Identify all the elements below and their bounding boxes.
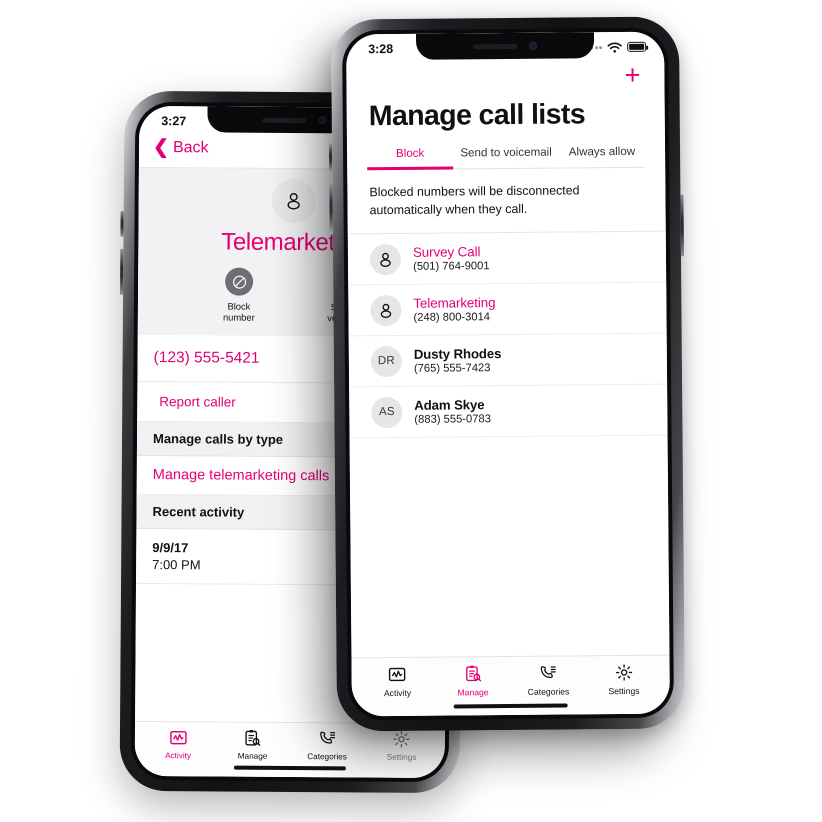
person-icon	[380, 252, 391, 267]
person-icon	[287, 192, 300, 210]
activity-chart-icon	[169, 731, 187, 745]
block-number-label-2: number	[222, 311, 255, 324]
avatar	[370, 294, 402, 326]
blocked-numbers-note: Blocked numbers will be disconnected aut…	[347, 167, 666, 235]
contact-phone: (765) 555-7423	[413, 362, 491, 376]
front-camera-icon	[529, 41, 538, 50]
front-camera-icon	[318, 116, 327, 125]
front-status-time: 3:28	[368, 41, 394, 57]
power-button-front[interactable]	[680, 194, 684, 257]
tab-activity[interactable]: Activity	[141, 728, 216, 761]
tab-settings[interactable]: Settings	[586, 663, 662, 697]
list-item[interactable]: Survey Call (501) 764-9001	[347, 231, 667, 286]
screenshot-canvas: 3:27 ❮ Back Telemarketing Block number (…	[0, 0, 822, 822]
volume-down-button[interactable]	[120, 248, 124, 295]
avatar	[369, 243, 402, 275]
tab-manage-label: Manage	[457, 687, 489, 698]
tab-activity-label: Activity	[165, 751, 192, 761]
front-phone-device: 3:28 + Manage call lists Block Send to v…	[328, 16, 686, 732]
list-item[interactable]: Telemarketing (248) 800-3014	[348, 282, 667, 337]
front-phone-screen: 3:28 + Manage call lists Block Send to v…	[346, 31, 670, 717]
list-item[interactable]: AS Adam Skye (883) 555-0783	[349, 384, 668, 439]
phone-list-icon	[541, 666, 556, 679]
list-item[interactable]: DR Dusty Rhodes (765) 555-7423	[348, 333, 668, 388]
contact-phone: (248) 800-3014	[413, 311, 491, 325]
tab-categories[interactable]: Categories	[511, 663, 587, 697]
contact-name: Dusty Rhodes	[413, 346, 502, 363]
phone-list-icon	[319, 731, 335, 744]
clipboard-search-icon	[245, 729, 261, 747]
notch-front	[415, 32, 595, 60]
avatar-initials: DR	[370, 345, 403, 377]
volume-down-button-front[interactable]	[329, 183, 333, 232]
tab-always-allow[interactable]: Always allow	[559, 145, 645, 168]
call-list-tabs: Block Send to voicemail Always allow	[367, 144, 646, 171]
contact-avatar	[271, 178, 316, 224]
tab-manage-label: Manage	[237, 751, 268, 761]
contact-name: Survey Call	[412, 244, 481, 261]
clipboard-search-icon	[465, 665, 482, 682]
battery-icon	[627, 41, 647, 52]
back-status-time: 3:27	[161, 114, 187, 129]
tab-categories-label: Categories	[527, 686, 570, 697]
earpiece-speaker-icon	[262, 117, 307, 123]
contact-phone: (883) 555-0783	[414, 413, 491, 427]
block-number-action[interactable]: Block number	[208, 267, 270, 323]
gear-icon	[393, 731, 410, 748]
tab-manage[interactable]: Manage	[435, 664, 511, 698]
tab-categories[interactable]: Categories	[290, 729, 365, 762]
tab-settings[interactable]: Settings	[364, 730, 439, 763]
tab-manage[interactable]: Manage	[215, 728, 290, 761]
home-indicator[interactable]	[233, 765, 346, 771]
volume-up-button[interactable]	[120, 210, 124, 237]
tab-send-to-voicemail[interactable]: Send to voicemail	[453, 146, 559, 169]
block-number-label-1: Block	[227, 300, 251, 312]
chevron-left-icon: ❮	[152, 137, 170, 159]
page-title: Manage call lists	[368, 98, 586, 133]
gear-icon	[615, 664, 632, 681]
plus-icon[interactable]: +	[624, 59, 640, 89]
avatar-initials: AS	[371, 396, 403, 428]
block-circle-icon	[225, 267, 254, 296]
back-button-label: Back	[172, 138, 209, 156]
wifi-icon	[607, 42, 622, 53]
earpiece-speaker-icon	[473, 43, 518, 49]
tab-categories-label: Categories	[307, 752, 347, 762]
tab-settings-label: Settings	[386, 752, 417, 762]
volume-up-button-front[interactable]	[328, 143, 333, 172]
contact-name: Adam Skye	[414, 397, 485, 414]
tab-activity[interactable]: Activity	[360, 665, 436, 699]
activity-chart-icon	[389, 667, 406, 682]
contact-phone: (501) 764-9001	[413, 260, 490, 274]
contact-name: Telemarketing	[413, 295, 496, 312]
tab-activity-label: Activity	[383, 687, 412, 699]
blocked-contacts-list: Survey Call (501) 764-9001 Telemarketing…	[347, 231, 670, 658]
person-icon	[380, 303, 392, 318]
tab-settings-label: Settings	[608, 685, 640, 697]
